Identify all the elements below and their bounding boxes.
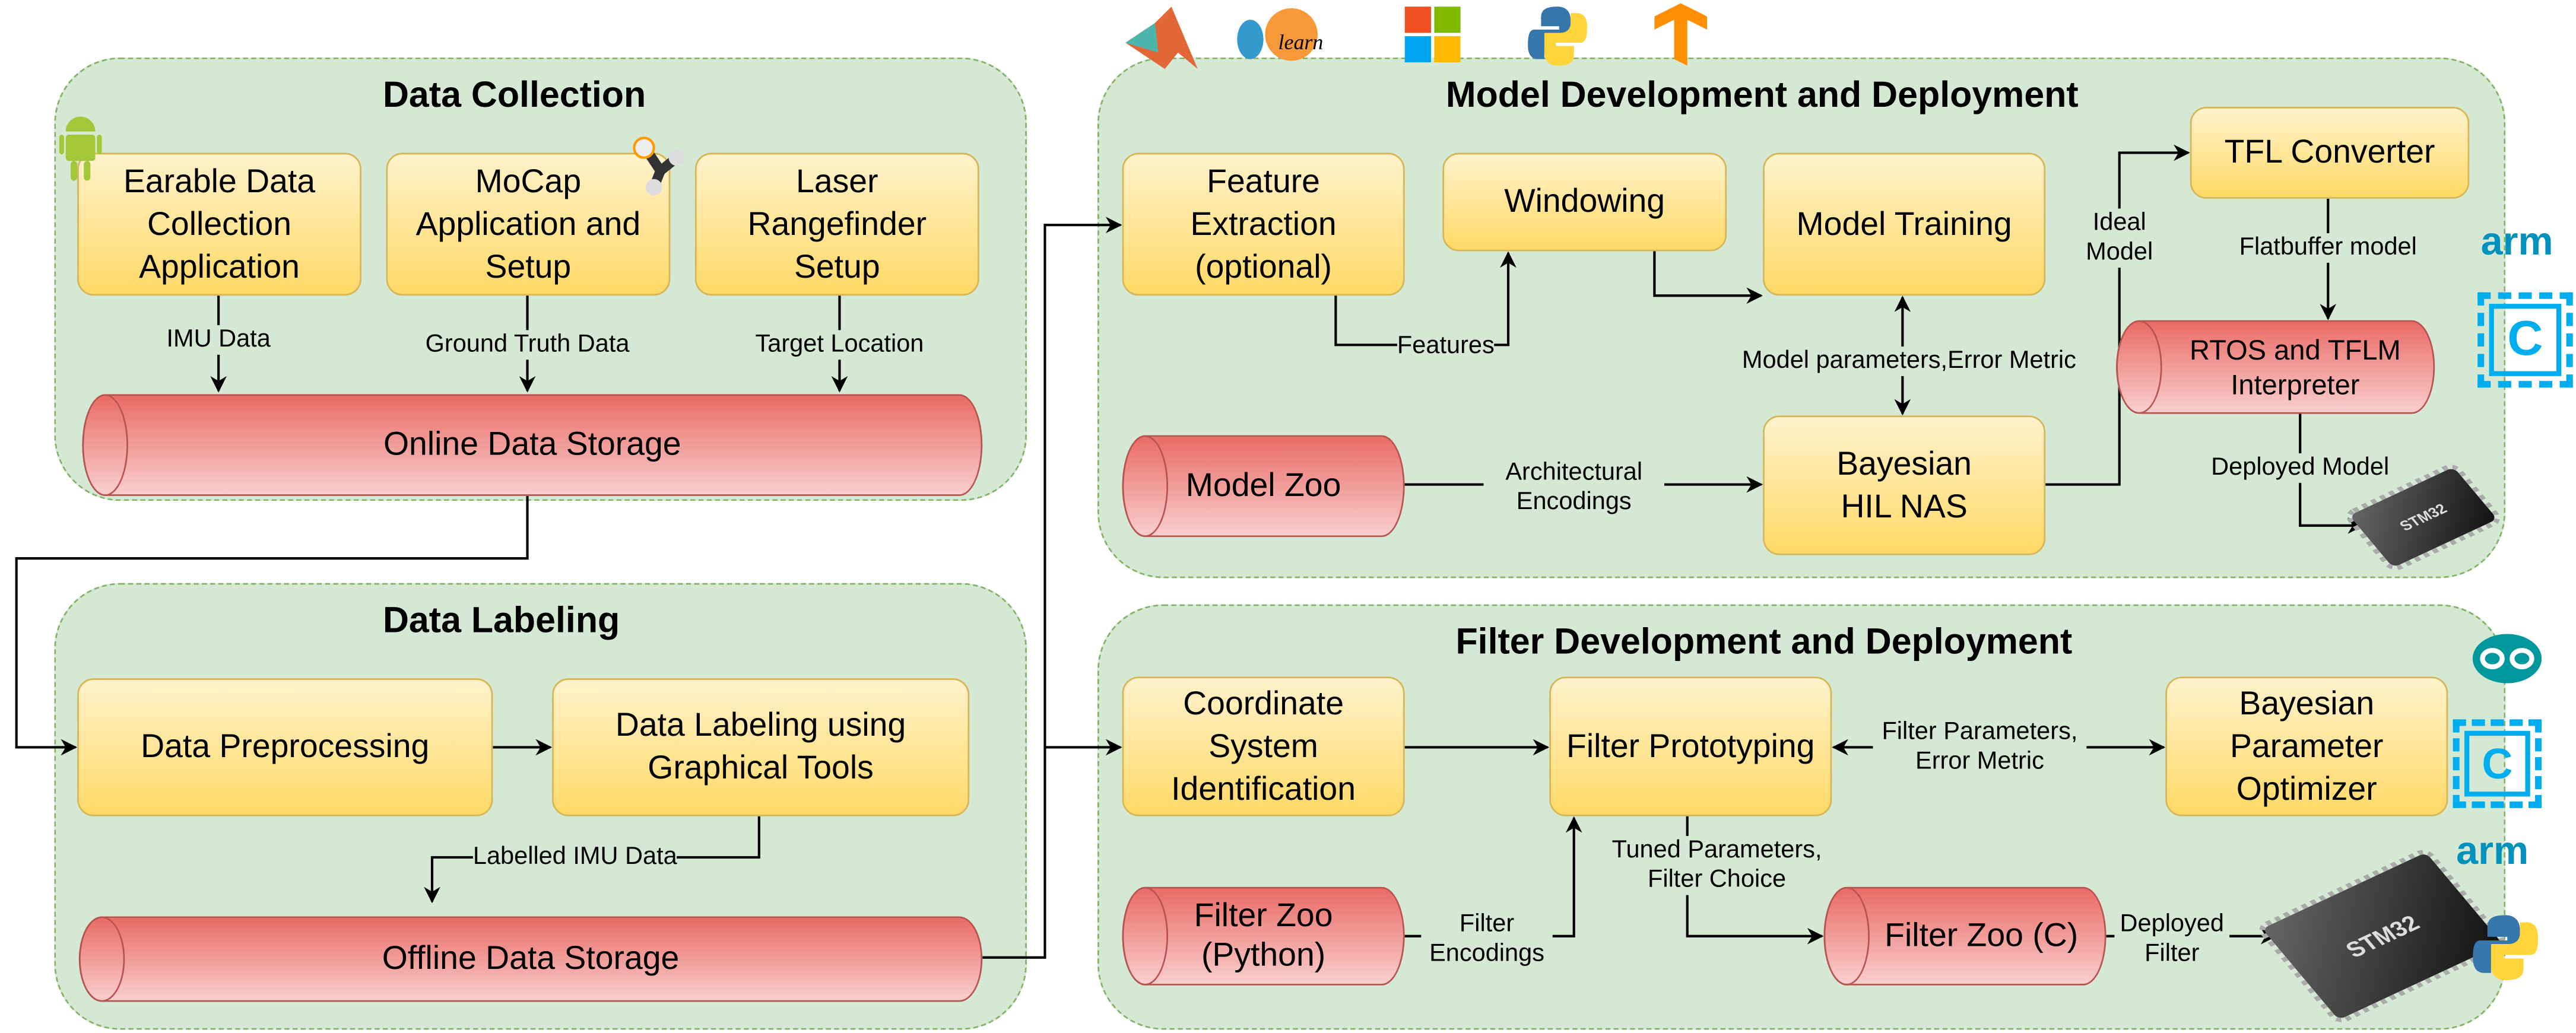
- title-data-collection: Data Collection: [382, 74, 646, 115]
- label-labelled-imu: Labelled IMU Data: [472, 842, 677, 872]
- label-flatbuffer: Flatbuffer model: [2239, 233, 2417, 263]
- node-model-training: Model Training: [1763, 152, 2046, 296]
- label-model-params: Model parameters,Error Metric: [1741, 347, 2076, 376]
- c-chip-icon-filter: C: [2453, 719, 2542, 808]
- node-tfl-converter: TFL Converter: [2190, 106, 2470, 199]
- node-feature-extraction: Feature Extraction (optional): [1122, 152, 1405, 296]
- node-laser: Laser Rangefinder Setup: [694, 152, 979, 296]
- node-data-preprocessing: Data Preprocessing: [77, 678, 493, 816]
- node-filter-zoo-c: Filter Zoo (C): [1823, 886, 2107, 986]
- label-ideal-model: Ideal Model: [2078, 208, 2161, 268]
- node-bayesian-optimizer: Bayesian Parameter Optimizer: [2165, 676, 2448, 816]
- node-data-labeling: Data Labeling using Graphical Tools: [552, 678, 970, 816]
- label-ground-truth: Ground Truth Data: [425, 330, 630, 360]
- node-offline-storage: Offline Data Storage: [78, 916, 983, 1002]
- android-icon: [59, 116, 102, 181]
- title-data-labeling: Data Labeling: [382, 599, 620, 641]
- label-filter-params: Filter Parameters, Error Metric: [1873, 717, 2087, 777]
- node-online-storage: Online Data Storage: [82, 394, 983, 496]
- node-filter-prototyping: Filter Prototyping: [1549, 676, 1832, 816]
- sklearn-text: learn: [1279, 30, 1324, 54]
- node-bayesian-nas: Bayesian HIL NAS: [1763, 415, 2046, 555]
- pipeline-diagram: Data Collection Data Labeling Model Deve…: [0, 0, 2576, 1033]
- label-deployed-model: Deployed Model: [2211, 453, 2390, 483]
- tensorflow-icon: [1654, 3, 1707, 66]
- node-filter-zoo-python: Filter Zoo (Python): [1122, 886, 1405, 986]
- python-icon-filter: [2473, 915, 2539, 980]
- molecule-icon: [633, 136, 686, 196]
- label-arch-encodings: Architectural Encodings: [1483, 458, 1664, 517]
- title-filter-development: Filter Development and Deployment: [1455, 621, 2073, 662]
- label-features: Features: [1397, 332, 1495, 361]
- matlab-icon: [1125, 7, 1198, 69]
- arduino-icon: [2472, 634, 2542, 684]
- label-deployed-filter: Deployed Filter: [2114, 910, 2230, 970]
- node-windowing: Windowing: [1442, 152, 1727, 252]
- node-coordinate-id: Coordinate System Identification: [1122, 676, 1405, 816]
- label-tuned-params: Tuned Parameters, Filter Choice: [1601, 835, 1832, 895]
- windows-icon: [1404, 7, 1461, 63]
- c-chip-icon: C: [2477, 292, 2573, 388]
- python-icon: [1528, 7, 1587, 66]
- label-filter-encodings: Filter Encodings: [1421, 910, 1553, 970]
- label-target-location: Target Location: [755, 330, 924, 360]
- label-imu-data: IMU Data: [166, 325, 271, 355]
- arm-icon: arm: [2480, 220, 2553, 265]
- node-model-zoo: Model Zoo: [1122, 435, 1405, 538]
- sklearn-icon: learn: [1237, 8, 1324, 61]
- node-rtos: RTOS and TFLM Interpreter: [2116, 320, 2435, 414]
- title-model-development: Model Development and Deployment: [1445, 74, 2079, 115]
- arm-icon-filter: arm: [2456, 829, 2529, 874]
- node-earable-app: Earable Data Collection Application: [77, 152, 361, 296]
